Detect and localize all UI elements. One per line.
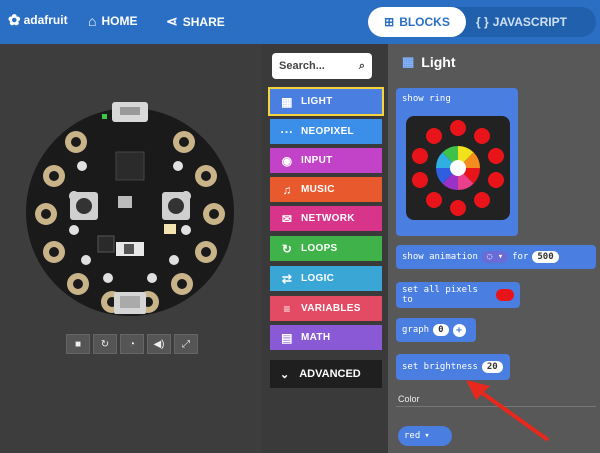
color-dropdown-value: red <box>404 431 421 441</box>
set-all-pixels-block[interactable]: set all pixels to <box>396 282 520 308</box>
search-icon[interactable]: ⌕ <box>359 60 365 73</box>
show-animation-block[interactable]: show animation ◌ ▾ for 500 <box>396 245 596 269</box>
home-button[interactable]: ⌂ HOME <box>88 13 137 29</box>
slow-mo-icon[interactable]: ◔ <box>120 334 144 354</box>
restart-icon[interactable]: ↻ <box>93 334 117 354</box>
color-section-label: Color <box>398 394 420 404</box>
category-label: VARIABLES <box>301 303 361 314</box>
ring-picker[interactable] <box>406 116 510 220</box>
block-flyout: ▦ Light show ring show animation ◌ ▾ for… <box>388 44 600 453</box>
home-icon: ⌂ <box>88 13 97 29</box>
advanced-label: ADVANCED <box>299 368 361 380</box>
adafruit-star-icon: ✿ <box>8 12 21 29</box>
power-led <box>102 114 107 119</box>
share-button[interactable]: ⋖ SHARE <box>166 13 225 30</box>
category-label: LOOPS <box>301 243 338 254</box>
simulator-panel: ■ ↻ ◔ ◀) ⤢ <box>0 44 262 453</box>
chevron-down-icon: ⌄ <box>280 368 290 381</box>
set-brightness-block[interactable]: set brightness 20 <box>396 354 510 380</box>
reset-button[interactable] <box>118 196 132 208</box>
board-body <box>26 108 234 316</box>
editor-toggle: ⊞ BLOCKS { } JAVASCRIPT <box>368 7 596 37</box>
chat-icon: ✉ <box>281 211 293 226</box>
set-all-pixels-label: set all pixels to <box>402 285 478 305</box>
mute-icon[interactable]: ◀) <box>147 334 171 354</box>
duration-input[interactable]: 500 <box>532 251 559 263</box>
category-label: NEOPIXEL <box>301 126 354 137</box>
light-sensor <box>164 224 176 234</box>
share-icon: ⋖ <box>166 13 178 29</box>
graph-label: graph <box>402 325 430 335</box>
javascript-label: JAVASCRIPT <box>492 15 567 29</box>
plus-icon[interactable]: + <box>452 323 466 337</box>
category-label: MUSIC <box>301 184 335 195</box>
flyout-title-label: Light <box>421 54 456 70</box>
calculator-icon: ▤ <box>281 330 293 345</box>
home-label: HOME <box>101 14 138 28</box>
ring-editor[interactable] <box>406 116 510 220</box>
search-input[interactable]: Search... ⌕ <box>272 53 372 79</box>
category-network[interactable]: ✉ NETWORK <box>270 206 382 231</box>
animation-dropdown[interactable]: ◌ ▾ <box>481 251 509 263</box>
set-brightness-label: set brightness <box>402 362 478 372</box>
category-label: LIGHT <box>301 96 333 107</box>
braces-icon: { } <box>476 15 489 29</box>
headphones-icon: ♫ <box>282 182 292 197</box>
color-red-block[interactable]: red ▾ <box>398 426 452 446</box>
divider <box>396 406 596 407</box>
show-ring-block[interactable]: show ring <box>396 88 518 236</box>
list-icon: ≡ <box>283 301 291 316</box>
graph-input[interactable]: 0 <box>433 324 449 336</box>
color-wheel[interactable] <box>435 145 481 191</box>
show-animation-label: show animation <box>402 252 478 262</box>
stop-icon[interactable]: ■ <box>66 334 90 354</box>
brightness-input[interactable]: 20 <box>481 361 503 373</box>
shuffle-icon: ⇄ <box>281 271 293 286</box>
simulator-controls: ■ ↻ ◔ ◀) ⤢ <box>66 334 198 354</box>
category-logic[interactable]: ⇄ LOGIC <box>270 266 382 291</box>
target-icon: ◉ <box>281 153 293 168</box>
category-label: LOGIC <box>301 273 335 284</box>
accelerometer-chip <box>97 235 115 253</box>
graph-block[interactable]: graph 0 + <box>396 318 476 342</box>
blocks-icon: ⊞ <box>384 15 395 29</box>
share-label: SHARE <box>182 14 225 29</box>
javascript-tab[interactable]: { } JAVASCRIPT <box>476 7 567 37</box>
category-loops[interactable]: ↻ LOOPS <box>270 236 382 261</box>
advanced-toggle[interactable]: ⌄ ADVANCED <box>270 360 382 388</box>
search-placeholder: Search... <box>279 60 325 72</box>
grid-icon: ▦ <box>402 54 415 69</box>
category-light[interactable]: ▦ LIGHT <box>268 87 384 116</box>
chevron-down-icon: ▾ <box>424 431 430 441</box>
dots-icon: ··· <box>280 124 294 139</box>
category-variables[interactable]: ≡ VARIABLES <box>270 296 382 321</box>
refresh-icon: ↻ <box>281 241 293 256</box>
top-bar: ✿ adafruit ⌂ HOME ⋖ SHARE ⊞ BLOCKS { } J… <box>0 0 600 44</box>
color-swatch[interactable] <box>496 289 514 301</box>
brand-label: adafruit <box>23 13 68 27</box>
category-label: INPUT <box>301 155 333 166</box>
processor-chip <box>115 151 145 181</box>
grid-icon: ▦ <box>281 94 293 109</box>
flyout-title: ▦ Light <box>402 54 456 70</box>
fullscreen-icon[interactable]: ⤢ <box>174 334 198 354</box>
for-label: for <box>512 252 529 262</box>
category-label: MATH <box>301 332 331 343</box>
category-input[interactable]: ◉ INPUT <box>270 148 382 173</box>
toolbox: Search... ⌕ ▦ LIGHT ··· NEOPIXEL ◉ INPUT… <box>262 44 388 453</box>
show-ring-label: show ring <box>402 94 451 104</box>
category-music[interactable]: ♫ MUSIC <box>270 177 382 202</box>
category-label: NETWORK <box>301 213 355 224</box>
circuit-playground-board[interactable] <box>24 96 236 328</box>
category-math[interactable]: ▤ MATH <box>270 325 382 350</box>
adafruit-logo[interactable]: ✿ adafruit <box>8 11 68 29</box>
category-neopixel[interactable]: ··· NEOPIXEL <box>270 119 382 144</box>
blocks-label: BLOCKS <box>399 15 450 29</box>
blocks-tab[interactable]: ⊞ BLOCKS <box>368 7 466 37</box>
